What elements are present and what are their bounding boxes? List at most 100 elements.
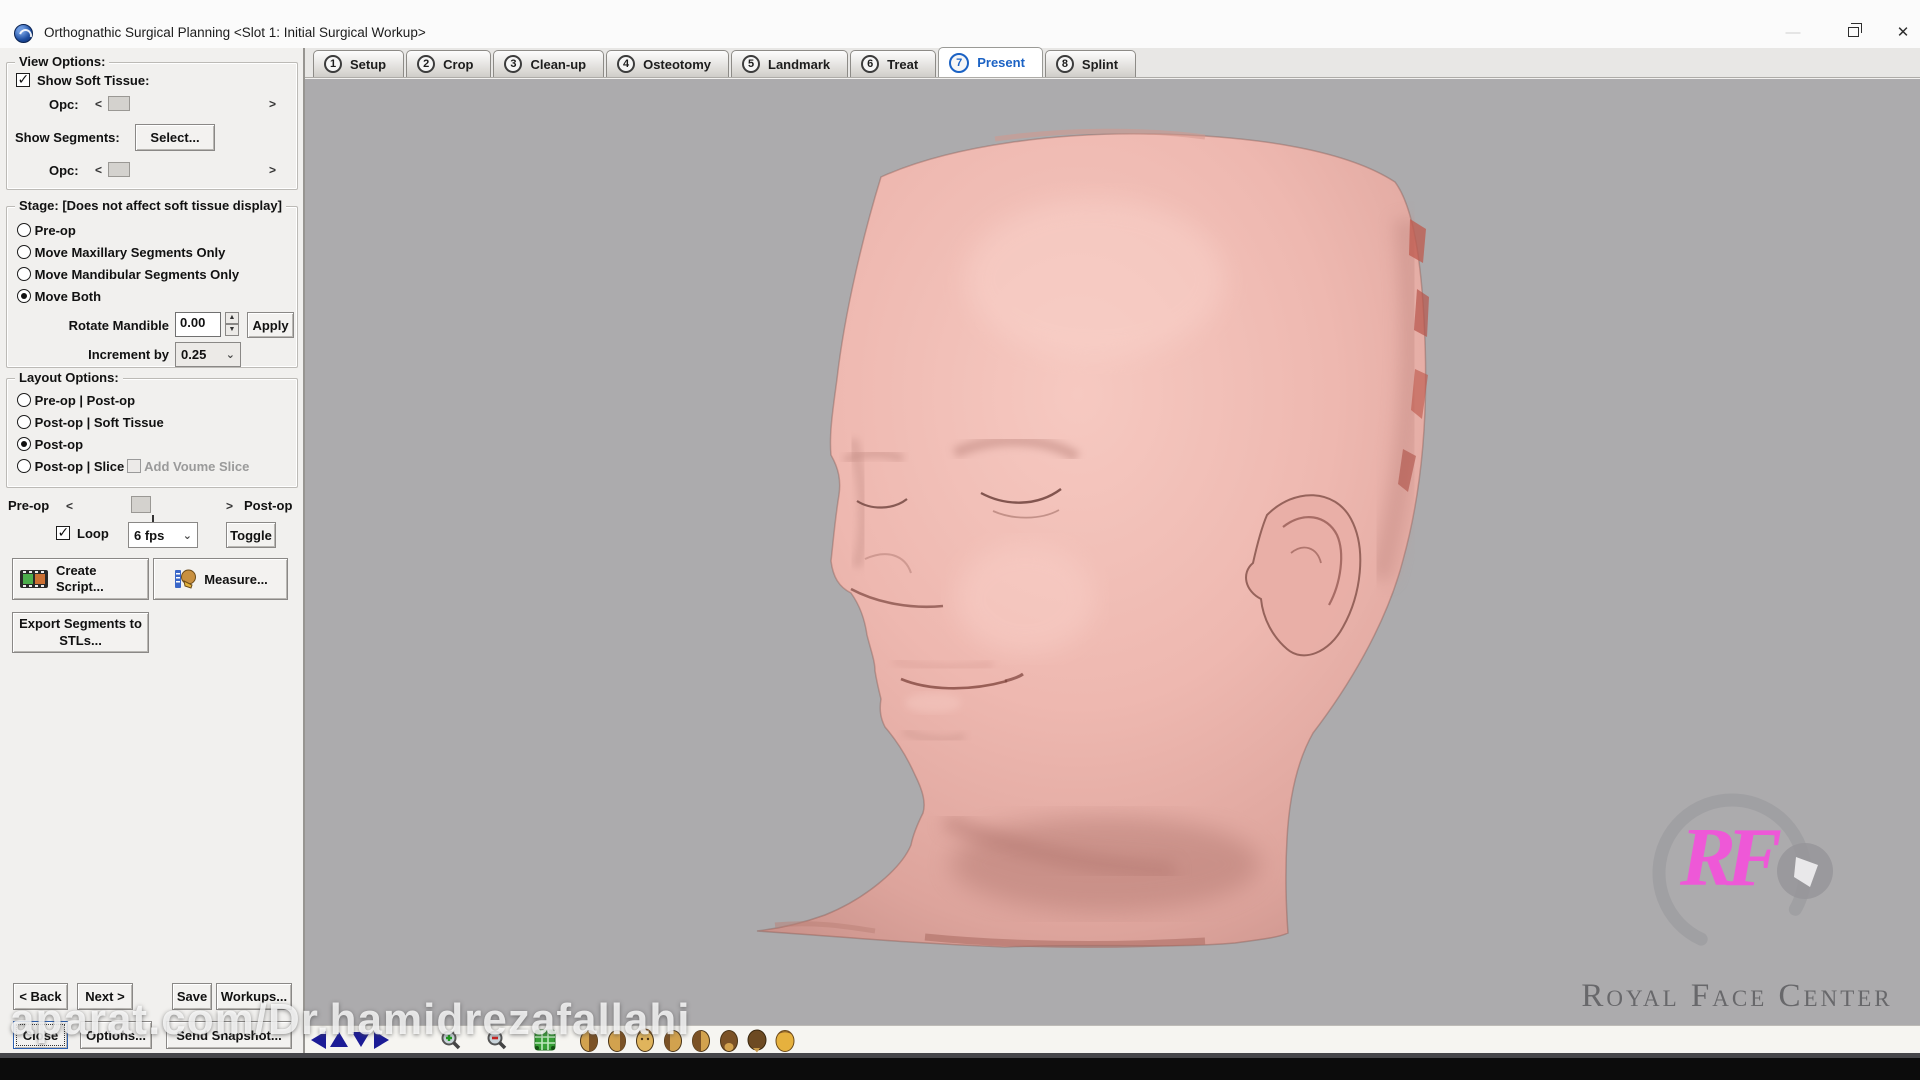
workflow-tabbar: 1Setup 2Crop 3Clean-up 4Osteotomy 5Landm… [305,48,1920,78]
tab-label: Setup [350,57,386,72]
royal-face-center-logo: RF Royal Face Center [1562,781,1912,1021]
spinner-up-icon[interactable]: ▲ [225,312,239,324]
tab-number: 7 [949,53,969,73]
fps-value: 6 fps [134,528,164,543]
add-volume-slice-checkbox [127,459,141,473]
radio-label: Post-op | Slice [35,459,125,474]
radio-label: Move Both [35,289,101,304]
loop-label: Loop [77,526,109,541]
tab-clean-up[interactable]: 3Clean-up [493,50,604,77]
radio-icon [17,437,31,451]
measure-skull-icon [173,568,197,590]
radio-label: Post-op [35,437,83,452]
increment-value: 0.25 [181,347,206,362]
opacity-slider-thumb[interactable] [108,96,130,111]
select-segments-button[interactable]: Select... [135,124,215,151]
view-top-icon[interactable] [745,1027,769,1053]
tab-splint[interactable]: 8Splint [1045,50,1136,77]
stage-group: Stage: [Does not affect soft tissue disp… [6,206,298,368]
watermark-text: aparat.com/Dr.hamidrezafallahi [10,995,690,1045]
opacity-label: Opc: [49,97,79,112]
segments-opacity-slider-left-arrow[interactable]: < [95,163,102,177]
filmstrip-icon [19,568,49,590]
rotate-mandible-input[interactable]: 0.00 [175,312,221,337]
control-sidebar: View Options: Show Soft Tissue: Opc: < >… [0,48,305,1053]
3d-viewport[interactable]: RF Royal Face Center [305,79,1920,1053]
segments-opacity-slider-right-arrow[interactable]: > [269,163,276,177]
view-back-icon[interactable] [717,1027,741,1053]
tab-label: Present [977,55,1025,70]
layout-radio-preop-postop[interactable]: Pre-op | Post-op [17,393,135,408]
loop-checkbox[interactable] [56,526,70,540]
rotate-mandible-spinner[interactable]: ▲▼ [225,312,239,336]
timeline-tick [152,515,154,522]
measure-button[interactable]: Measure... [153,558,288,600]
timeline-right-arrow[interactable]: > [226,499,233,513]
tab-number: 2 [417,55,435,73]
radio-label: Post-op | Soft Tissue [35,415,164,430]
timeline-slider-thumb[interactable] [131,496,151,513]
add-volume-slice-label: Add Voume Slice [144,459,249,474]
segments-opacity-slider-thumb[interactable] [108,162,130,177]
stage-title: Stage: [Does not affect soft tissue disp… [15,198,286,213]
spinner-down-icon[interactable]: ▼ [225,324,239,336]
radio-label: Pre-op | Post-op [35,393,135,408]
radio-icon [17,267,31,281]
tab-number: 4 [617,55,635,73]
tab-osteotomy[interactable]: 4Osteotomy [606,50,729,77]
tab-landmark[interactable]: 5Landmark [731,50,848,77]
opacity-slider-right-arrow[interactable]: > [269,97,276,111]
stage-radio-move-maxillary[interactable]: Move Maxillary Segments Only [17,245,225,260]
apply-button[interactable]: Apply [247,312,294,338]
rotate-mandible-label: Rotate Mandible [43,318,169,333]
create-script-button[interactable]: Create Script... [12,558,149,600]
toggle-button[interactable]: Toggle [226,522,276,548]
apply-button-label: Apply [252,318,288,333]
chevron-down-icon: ⌄ [226,348,235,361]
tab-label: Treat [887,57,918,72]
tab-setup[interactable]: 1Setup [313,50,404,77]
view-options-title: View Options: [15,54,109,69]
postop-label: Post-op [244,498,292,513]
stage-radio-move-mandibular[interactable]: Move Mandibular Segments Only [17,267,239,282]
tab-treat[interactable]: 6Treat [850,50,936,77]
close-window-button[interactable]: ✕ [1888,21,1918,43]
timeline-left-arrow[interactable]: < [66,499,73,513]
tab-label: Clean-up [530,57,586,72]
layout-radio-postop-slice[interactable]: Post-op | Slice [17,459,124,474]
toggle-button-label: Toggle [230,528,272,543]
radio-icon [17,289,31,303]
measure-label: Measure... [204,572,268,587]
layout-radio-postop[interactable]: Post-op [17,437,83,452]
radio-label: Move Mandibular Segments Only [35,267,239,282]
view-bottom-icon[interactable] [773,1027,797,1053]
restore-button[interactable] [1838,21,1868,43]
show-soft-tissue-checkbox[interactable] [16,73,30,87]
radio-icon [17,459,31,473]
add-volume-slice-checkbox-row: Add Voume Slice [127,459,249,474]
tab-crop[interactable]: 2Crop [406,50,491,77]
increment-by-label: Increment by [65,347,169,362]
radio-icon [17,223,31,237]
select-button-label: Select... [150,130,199,145]
layout-radio-postop-softtissue[interactable]: Post-op | Soft Tissue [17,415,164,430]
minimize-button[interactable]: — [1778,21,1808,43]
stage-radio-move-both[interactable]: Move Both [17,289,101,304]
layout-options-group: Layout Options: Pre-op | Post-op Post-op… [6,378,298,488]
view-right-icon[interactable] [689,1027,713,1053]
show-segments-label: Show Segments: [15,130,120,145]
export-segments-button[interactable]: Export Segments to STLs... [12,612,149,653]
app-window: Orthognathic Surgical Planning <Slot 1: … [0,0,1920,1080]
logo-monogram: RF [1680,809,1772,906]
segments-opacity-label: Opc: [49,163,79,178]
fps-dropdown[interactable]: 6 fps⌄ [128,522,198,548]
opacity-slider-left-arrow[interactable]: < [95,97,102,111]
radio-icon [17,245,31,259]
preop-label: Pre-op [8,498,49,513]
radio-label: Pre-op [35,223,76,238]
tab-present[interactable]: 7 Present [938,47,1043,77]
stage-radio-pre-op[interactable]: Pre-op [17,223,76,238]
increment-dropdown[interactable]: 0.25 ⌄ [175,342,241,367]
view-options-group: View Options: Show Soft Tissue: Opc: < >… [6,62,298,190]
radio-icon [17,393,31,407]
